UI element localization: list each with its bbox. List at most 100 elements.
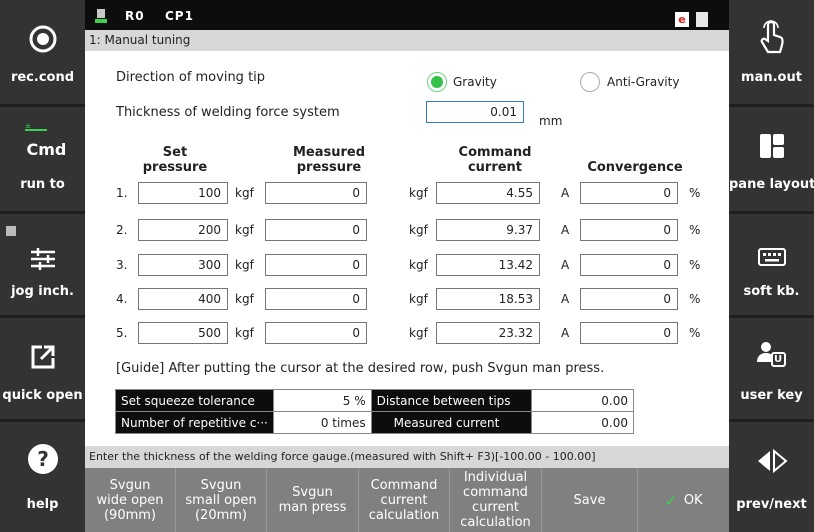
measured-pressure-input[interactable]: 0 [265, 254, 367, 276]
jog-inch-button[interactable]: jog inch. [0, 214, 85, 315]
table-row: Number of repetitive c··· 0 times Measur… [115, 411, 634, 434]
help-label: help [26, 497, 59, 512]
ok-label: OK [683, 492, 703, 508]
program-indicator: CP1 [165, 9, 194, 23]
soft-kb-button[interactable]: soft kb. [729, 214, 814, 315]
man-out-button[interactable]: man.out [729, 0, 814, 101]
cmd-icon-text: Cmd [26, 140, 67, 159]
set-pressure-input[interactable]: 400 [138, 288, 228, 310]
external-open-icon [0, 340, 85, 374]
gravity-radio[interactable] [427, 72, 447, 92]
keyboard-icon [729, 240, 814, 274]
row-number: 4. [116, 292, 128, 306]
command-current-input[interactable]: 4.55 [436, 182, 540, 204]
distance-value: 0.00 [530, 389, 634, 412]
percent-unit: % [689, 223, 701, 237]
man-out-label: man.out [741, 70, 802, 85]
measured-pressure-input[interactable]: 0 [265, 288, 367, 310]
measured-current-value: 0.00 [530, 411, 634, 434]
thickness-input[interactable]: 0.01 [426, 101, 524, 123]
convergence-input[interactable]: 0 [580, 219, 678, 241]
measured-unit: kgf [409, 223, 428, 237]
convergence-input[interactable]: 0 [580, 322, 678, 344]
set-pressure-input[interactable]: 200 [138, 219, 228, 241]
command-unit: A [561, 186, 570, 200]
prev-next-label: prev/next [736, 497, 807, 512]
measured-unit: kgf [409, 292, 428, 306]
error-badge: e [675, 12, 689, 27]
touch-hand-icon [729, 20, 814, 54]
measured-current-label: Measured current [370, 411, 532, 434]
percent-unit: % [689, 326, 701, 340]
measured-unit: kgf [409, 326, 428, 340]
svgun-man-press-button[interactable]: Svgun man press [267, 468, 359, 532]
quick-open-label: quick open [2, 388, 83, 403]
row-number: 5. [116, 326, 128, 340]
window-title: 1: Manual tuning [85, 30, 729, 51]
individual-current-calc-button[interactable]: Individual command current calculation [450, 468, 542, 532]
command-current-input[interactable]: 23.32 [436, 322, 540, 344]
repetitive-value: 0 times [272, 411, 372, 434]
set-pressure-header: Set pressure [125, 145, 225, 175]
svgun-wide-open-button[interactable]: Svgun wide open (90mm) [85, 468, 176, 532]
distance-label: Distance between tips [370, 389, 532, 412]
measured-unit: kgf [409, 186, 428, 200]
percent-unit: % [689, 186, 701, 200]
prev-next-icon [729, 444, 814, 478]
run-to-button[interactable]: ± Cmd run to [0, 107, 85, 208]
convergence-input[interactable]: 0 [580, 254, 678, 276]
row-number: 1. [116, 186, 128, 200]
header-line: Command [458, 145, 532, 160]
command-current-input[interactable]: 9.37 [436, 219, 540, 241]
sliders-icon [0, 242, 85, 276]
measured-pressure-input[interactable]: 0 [265, 219, 367, 241]
command-current-header: Command current [435, 145, 555, 175]
header-line: pressure [296, 160, 362, 175]
soft-kb-label: soft kb. [743, 284, 800, 299]
save-button[interactable]: Save [542, 468, 638, 532]
command-current-input[interactable]: 18.53 [436, 288, 540, 310]
set-pressure-input[interactable]: 500 [138, 322, 228, 344]
prev-next-button[interactable]: prev/next [729, 422, 814, 532]
set-unit: kgf [235, 258, 254, 272]
measured-pressure-input[interactable]: 0 [265, 322, 367, 344]
command-unit: A [561, 258, 570, 272]
help-button[interactable]: ? help [0, 422, 85, 532]
convergence-input[interactable]: 0 [580, 182, 678, 204]
anti-gravity-radio[interactable] [580, 72, 600, 92]
gravity-label: Gravity [453, 75, 497, 89]
measured-pressure-header: Measured pressure [269, 145, 389, 175]
pane-layout-icon [729, 129, 814, 163]
rec-cond-button[interactable]: rec.cond [0, 0, 85, 101]
rec-cond-label: rec.cond [10, 70, 75, 85]
repetitive-label: Number of repetitive c··· [115, 411, 274, 434]
user-key-letter: U [770, 352, 786, 367]
quick-open-button[interactable]: quick open [0, 318, 85, 419]
command-current-input[interactable]: 13.42 [436, 254, 540, 276]
set-unit: kgf [235, 292, 254, 306]
measured-pressure-input[interactable]: 0 [265, 182, 367, 204]
document-icon [696, 12, 708, 27]
ok-button[interactable]: ✓ OK [638, 468, 729, 532]
svg-text:±: ± [25, 122, 31, 130]
pane-layout-button[interactable]: pane layout [729, 107, 814, 208]
header-line: pressure [142, 160, 208, 175]
set-unit: kgf [235, 186, 254, 200]
help-icon: ? [0, 442, 85, 476]
convergence-input[interactable]: 0 [580, 288, 678, 310]
svgun-small-open-button[interactable]: Svgun small open (20mm) [176, 468, 267, 532]
run-to-label: run to [20, 177, 65, 192]
header-line: current [467, 160, 523, 175]
user-key-label: user key [740, 388, 803, 403]
set-unit: kgf [235, 223, 254, 237]
row-number: 3. [116, 258, 128, 272]
convergence-header: Convergence [587, 160, 683, 175]
anti-gravity-label: Anti-Gravity [607, 75, 680, 89]
command-current-calc-button[interactable]: Command current calculation [359, 468, 450, 532]
set-pressure-input[interactable]: 300 [138, 254, 228, 276]
robot-indicator: R0 [125, 9, 145, 23]
squeeze-tolerance-label: Set squeeze tolerance [115, 389, 274, 412]
record-icon [0, 22, 85, 56]
user-key-button[interactable]: U user key [729, 318, 814, 419]
set-pressure-input[interactable]: 100 [138, 182, 228, 204]
